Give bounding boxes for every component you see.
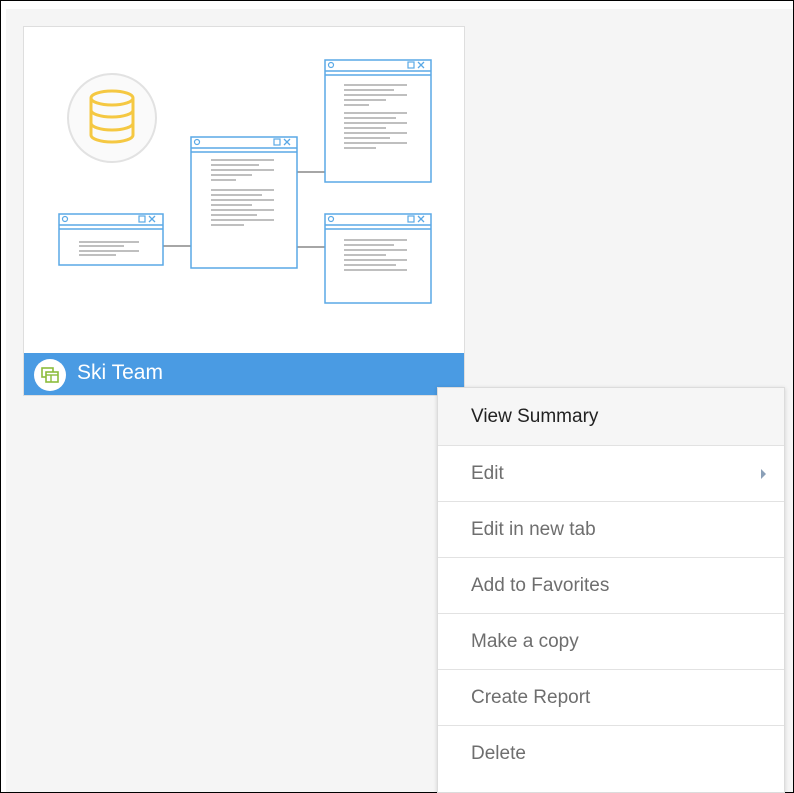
view-icon [34,359,66,391]
window-frame: Ski Team View Summary Edit Edit in new t… [0,0,794,793]
table-window-icon [190,136,298,269]
menu-item-edit[interactable]: Edit [438,446,784,502]
table-window-icon [58,213,164,266]
card-title: Ski Team [77,361,163,384]
view-card[interactable]: Ski Team [23,26,465,396]
menu-item-edit-label: Edit [471,463,504,484]
database-icon [67,73,157,163]
card-title-bar[interactable]: Ski Team [24,353,464,395]
context-menu: View Summary Edit Edit in new tab Add to… [437,387,785,793]
chevron-right-icon [761,469,766,479]
menu-item-add-to-favorites[interactable]: Add to Favorites [438,558,784,614]
menu-item-make-a-copy[interactable]: Make a copy [438,614,784,670]
view-thumbnail [24,27,464,355]
diagram-thumbnail [58,59,432,304]
menu-item-create-report[interactable]: Create Report [438,670,784,726]
menu-item-edit-in-new-tab[interactable]: Edit in new tab [438,502,784,558]
table-window-icon [324,59,432,183]
menu-item-delete[interactable]: Delete [438,726,784,781]
content-area: Ski Team View Summary Edit Edit in new t… [6,9,793,793]
menu-item-view-summary[interactable]: View Summary [438,388,784,446]
table-window-icon [324,213,432,304]
